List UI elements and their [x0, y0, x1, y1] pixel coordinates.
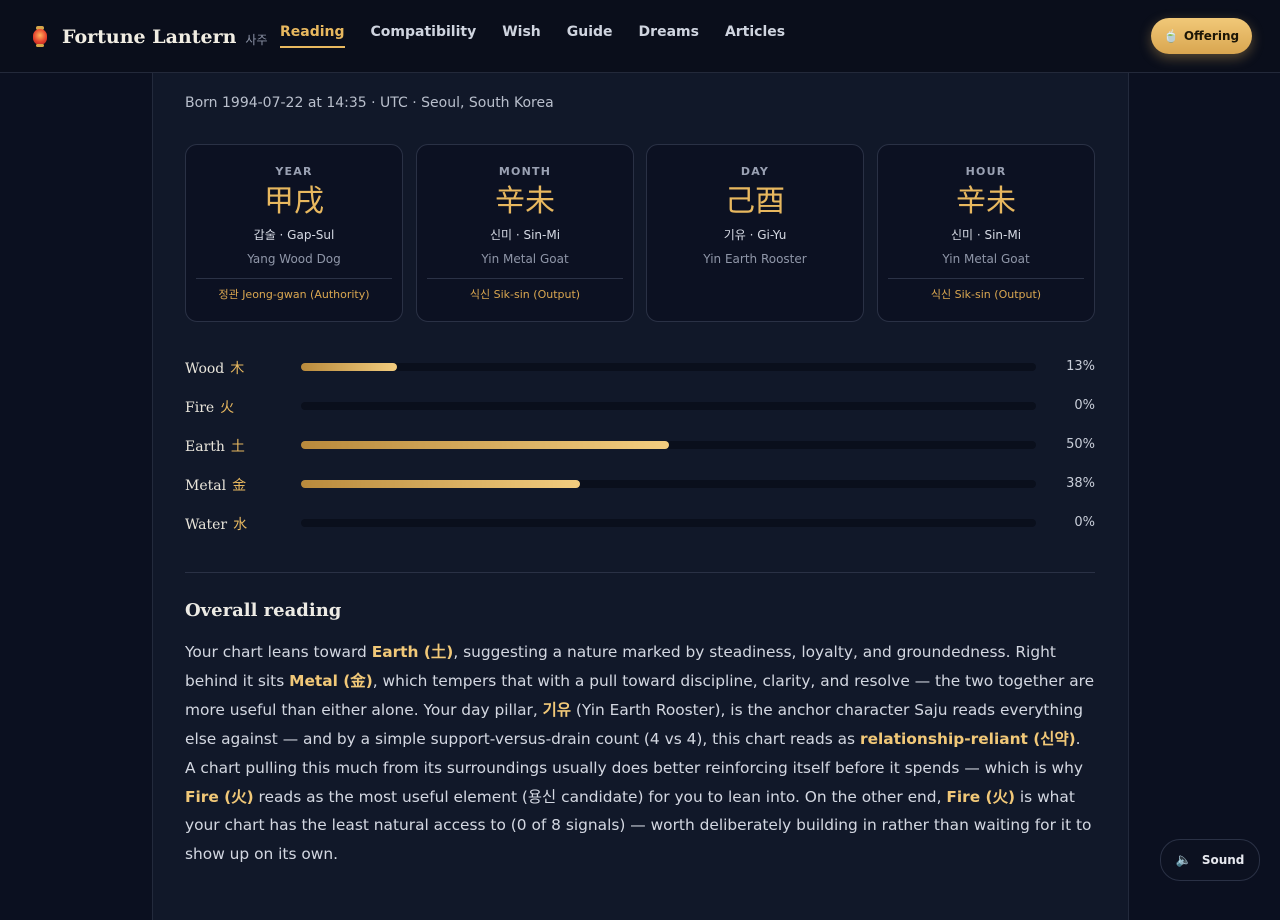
element-row-earth: Earth 土 50% [185, 435, 1095, 455]
brand-subtitle: 사주 [245, 32, 268, 47]
pillar-ten-god: 식신 Sik-sin (Output) [930, 288, 1042, 301]
pillar-divider [888, 278, 1084, 279]
brand-name: Fortune Lantern [62, 26, 237, 48]
pillar-day: DAY 己酉 기유 · Gi-Yu Yin Earth Rooster [646, 144, 864, 322]
element-hanja: 金 [232, 478, 247, 494]
element-hanja: 火 [220, 400, 235, 416]
element-bar-track [301, 363, 1036, 371]
element-name: Metal [185, 478, 227, 494]
element-bar-fill [301, 480, 581, 488]
element-bar-fill [301, 441, 669, 449]
pillar-hanja: 甲戌 [264, 184, 324, 219]
reading-highlight: Earth (土) [371, 643, 454, 661]
element-percent: 13% [1066, 359, 1095, 374]
pillar-label: HOUR [965, 165, 1007, 178]
reading-highlight: Metal (金) [289, 671, 373, 690]
element-bar-track [301, 402, 1036, 410]
pillar-ten-god: 정관 Jeong-gwan (Authority) [218, 288, 370, 301]
section-divider [185, 572, 1095, 573]
element-row-wood: Wood 木 13% [185, 357, 1095, 377]
pillar-english: Yin Metal Goat [481, 252, 569, 266]
offering-label: Offering [1183, 29, 1240, 43]
nav-guide[interactable]: Guide [567, 24, 613, 48]
element-bar-track [301, 480, 1036, 488]
reading-highlight: relationship-reliant (신약) [859, 729, 1076, 748]
element-name: Wood [185, 361, 225, 377]
element-percent: 38% [1066, 476, 1095, 491]
reading-highlight: Fire (火) [946, 787, 1016, 806]
element-percent: 50% [1066, 437, 1095, 452]
pillar-divider [196, 278, 392, 279]
overall-reading-text: Your chart leans toward Earth (土), sugge… [185, 638, 1095, 869]
element-row-fire: Fire 火 0% [185, 396, 1095, 416]
pillar-divider [427, 278, 623, 279]
nav-articles[interactable]: Articles [725, 24, 785, 48]
brand-logo[interactable]: Fortune Lantern 사주 [30, 22, 268, 52]
pillar-hanja: 辛未 [495, 184, 555, 219]
pillar-label: YEAR [275, 165, 313, 178]
sound-label: Sound [1201, 853, 1245, 867]
element-percent: 0% [1074, 398, 1095, 413]
pillar-hanja: 己酉 [725, 184, 785, 219]
pillar-hanja: 辛未 [956, 184, 1016, 219]
nav-compatibility[interactable]: Compatibility [371, 24, 477, 48]
speaker-icon: 🔈 [1175, 852, 1192, 868]
pillar-hour: HOUR 辛未 신미 · Sin-Mi Yin Metal Goat 식신 Si… [877, 144, 1095, 322]
pillar-english: Yin Earth Rooster [703, 252, 807, 266]
sound-toggle-button[interactable]: 🔈 Sound [1160, 839, 1260, 881]
pillar-english: Yang Wood Dog [247, 252, 341, 266]
offering-button[interactable]: 🍵 Offering [1151, 18, 1252, 54]
nav-dreams[interactable]: Dreams [639, 24, 699, 48]
reading-segment: Your chart leans toward [185, 643, 372, 661]
reading-segment: reads as the most useful element (용신 can… [253, 787, 947, 806]
element-percent: 0% [1074, 515, 1095, 530]
bowl-icon: 🍵 [1163, 29, 1179, 43]
pillar-romanization: 신미 · Sin-Mi [950, 228, 1022, 242]
pillar-romanization: 갑술 · Gap-Sul [253, 228, 335, 242]
reading-highlight: 기유 [542, 700, 571, 719]
overall-reading-title: Overall reading [185, 600, 342, 621]
element-bar-track [301, 519, 1036, 527]
birth-details: Born 1994-07-22 at 14:35 · UTC · Seoul, … [185, 95, 554, 111]
element-bar-track [301, 441, 1036, 449]
pillar-english: Yin Metal Goat [942, 252, 1030, 266]
main-nav: Reading Compatibility Wish Guide Dreams … [280, 24, 811, 48]
nav-reading[interactable]: Reading [280, 24, 345, 48]
element-name: Earth [185, 439, 225, 455]
top-navigation-bar: Fortune Lantern 사주 Reading Compatibility… [0, 0, 1280, 73]
element-hanja: 水 [233, 517, 248, 533]
pillar-month: MONTH 辛未 신미 · Sin-Mi Yin Metal Goat 식신 S… [416, 144, 634, 322]
reading-highlight: Fire (火) [185, 787, 254, 806]
pillar-romanization: 신미 · Sin-Mi [489, 228, 561, 242]
element-hanja: 土 [230, 439, 245, 455]
element-bar-fill [301, 363, 397, 371]
element-row-metal: Metal 金 38% [185, 474, 1095, 494]
pillar-ten-god: 식신 Sik-sin (Output) [469, 288, 581, 301]
element-hanja: 木 [230, 361, 245, 377]
pillar-year: YEAR 甲戌 갑술 · Gap-Sul Yang Wood Dog 정관 Je… [185, 144, 403, 322]
element-name: Water [185, 517, 228, 533]
lantern-icon [30, 25, 50, 49]
pillar-romanization: 기유 · Gi-Yu [723, 228, 787, 242]
pillar-label: MONTH [498, 165, 552, 178]
nav-wish[interactable]: Wish [502, 24, 541, 48]
element-row-water: Water 水 0% [185, 513, 1095, 533]
pillar-label: DAY [740, 165, 770, 178]
element-name: Fire [185, 400, 215, 416]
